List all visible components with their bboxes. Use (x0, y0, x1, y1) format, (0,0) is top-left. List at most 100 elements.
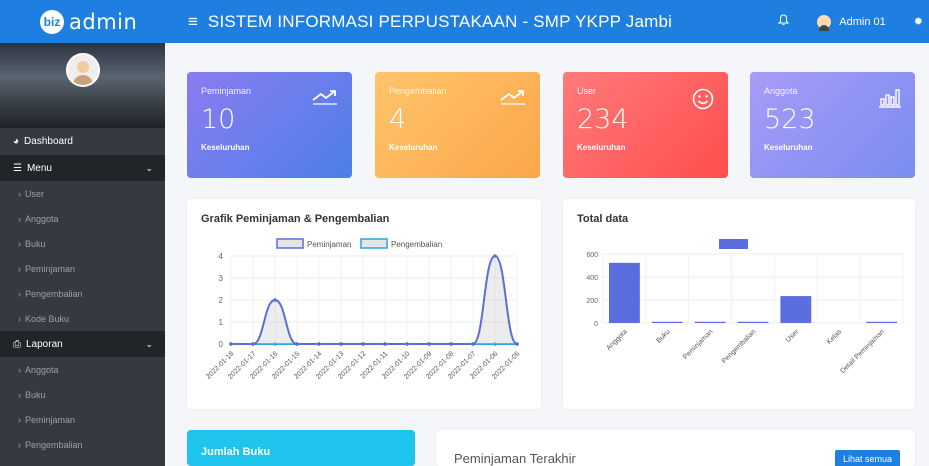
sidebar-item-label: Laporan (26, 338, 63, 350)
sidebar-item-laporan-anggota[interactable]: › Anggota (0, 357, 165, 382)
legend-swatch (719, 239, 748, 249)
sidebar: ◕ Dashboard ☰ Menu ⌄ › User › Anggota › Buk… (0, 43, 165, 466)
chevron-right-icon: › (18, 288, 21, 299)
chart-panel-total: Total data 0 200 400 600 Anggota Buku Peminjam… (563, 199, 915, 409)
sidebar-item-label: Buku (25, 238, 46, 249)
bell-icon[interactable] (778, 14, 790, 29)
chevron-right-icon: › (18, 439, 21, 450)
data-point (405, 342, 409, 346)
sidebar-item-laporan-peminjaman[interactable]: › Peminjaman (0, 407, 165, 432)
user-avatar[interactable] (817, 14, 832, 31)
sidebar-item-laporan-buku[interactable]: › Buku (0, 382, 165, 407)
peminjaman-terakhir-panel: Peminjaman Terakhir Lihat semua (436, 430, 915, 466)
bar-chart: 0 200 400 600 Anggota Buku Peminjaman Pengembal… (586, 239, 904, 375)
panel-title: Total data (577, 213, 629, 225)
data-point (317, 342, 321, 346)
stat-sub: Keseluruhan (389, 143, 438, 152)
sidebar-item-label: Pengembalian (25, 439, 83, 450)
smile-icon (692, 88, 714, 115)
legend-swatch (360, 238, 388, 249)
y-tick-label: 3 (219, 274, 224, 283)
y-tick-label: 400 (586, 275, 598, 282)
sidebar-laporan-header[interactable]: ⎙ Laporan ⌄ (0, 331, 165, 357)
sidebar-item-label: Peminjaman (25, 414, 76, 425)
bar (737, 321, 769, 323)
chevron-down-icon: ⌄ (145, 162, 153, 173)
panel-title: Jumlah Buku (201, 446, 271, 458)
view-all-button[interactable]: Lihat semua (834, 450, 900, 466)
chevron-right-icon: › (18, 414, 21, 425)
chevron-right-icon: › (18, 213, 21, 224)
sidebar-item-laporan-pengembalian[interactable]: › Pengembalian (0, 432, 165, 457)
bar (780, 296, 812, 323)
y-tick-label: 0 (219, 340, 224, 349)
data-point (273, 298, 277, 302)
dashboard-icon: ◕ (13, 136, 20, 147)
data-point (427, 342, 431, 346)
sidebar-item-kode-buku[interactable]: › Kode Buku (0, 306, 165, 331)
sidebar-item-buku[interactable]: › Buku (0, 231, 165, 256)
data-point (251, 342, 255, 346)
profile-banner (0, 43, 165, 128)
chevron-right-icon: › (18, 263, 21, 274)
stat-sub: Keseluruhan (201, 143, 250, 152)
app-title: SISTEM INFORMASI PERPUSTAKAAN - SMP YKPP… (207, 11, 673, 31)
jumlah-buku-card: Jumlah Buku (187, 430, 415, 466)
gear-icon[interactable]: ✹ (914, 15, 923, 28)
sidebar-menu-header[interactable]: ☰ Menu ⌄ (0, 155, 165, 181)
x-tick-label: Kelas (826, 328, 844, 346)
chevron-right-icon: › (18, 188, 21, 199)
user-name[interactable]: Admin 01 (839, 16, 885, 28)
x-tick-label: Buku (655, 328, 671, 344)
top-navbar: biz admin ≡ SISTEM INFORMASI PERPUSTAKAA… (0, 0, 929, 43)
sidebar-item-label: Dashboard (24, 136, 73, 147)
data-point (339, 342, 343, 346)
x-tick-label: Peminjaman (682, 328, 715, 361)
x-tick-label: User (785, 328, 801, 344)
y-tick-label: 2 (219, 296, 224, 305)
chevron-right-icon: › (18, 313, 21, 324)
stat-sub: Keseluruhan (577, 143, 626, 152)
trend-up-icon (500, 88, 526, 111)
chevron-right-icon: › (18, 364, 21, 375)
stat-card-pengembalian[interactable]: Pengembalian 4 Keseluruhan (375, 72, 540, 178)
x-tick-label: Pengembalian (721, 328, 758, 365)
menu-toggle-icon[interactable]: ≡ (188, 12, 198, 32)
brand[interactable]: biz admin (0, 0, 165, 43)
avatar (65, 53, 100, 87)
data-point (493, 254, 497, 258)
sidebar-item-label: Peminjaman (25, 263, 76, 274)
stat-card-user[interactable]: User 234 Keseluruhan (563, 72, 728, 178)
printer-icon: ⎙ (13, 338, 21, 350)
sidebar-item-user[interactable]: › User (0, 181, 165, 206)
sidebar-item-label: Kode Buku (25, 313, 70, 324)
sidebar-item-label: Buku (25, 389, 46, 400)
legend-swatch (276, 238, 304, 249)
panel-title: Peminjaman Terakhir (454, 451, 576, 466)
stat-card-peminjaman[interactable]: Peminjaman 10 Keseluruhan (187, 72, 352, 178)
chevron-right-icon: › (18, 238, 21, 249)
sidebar-item-label: Pengembalian (25, 288, 83, 299)
sidebar-item-label: Anggota (25, 213, 59, 224)
line-chart: 012342022-01-182022-01-172022-01-162022-… (205, 238, 521, 381)
bar (866, 321, 897, 323)
bar (651, 321, 683, 323)
stat-card-anggota[interactable]: Anggota 523 Keseluruhan (750, 72, 915, 178)
sidebar-item-label: User (25, 188, 45, 199)
data-point (471, 342, 475, 346)
data-point (449, 342, 453, 346)
y-tick-label: 600 (586, 252, 598, 259)
y-tick-label: 4 (219, 252, 224, 261)
sidebar-item-label: Menu (26, 162, 52, 174)
chevron-down-icon: ⌄ (145, 338, 153, 349)
stat-sub: Keseluruhan (764, 143, 813, 152)
sidebar-item-pengembalian[interactable]: › Pengembalian (0, 281, 165, 306)
bar-chart-icon (879, 88, 901, 113)
sidebar-item-peminjaman[interactable]: › Peminjaman (0, 256, 165, 281)
brand-logo: biz (40, 9, 64, 34)
bar (694, 321, 726, 323)
sidebar-item-anggota[interactable]: › Anggota (0, 206, 165, 231)
data-point (361, 342, 365, 346)
x-tick-label: Detail Peminjaman (839, 328, 886, 375)
sidebar-item-dashboard[interactable]: ◕ Dashboard (0, 128, 165, 155)
